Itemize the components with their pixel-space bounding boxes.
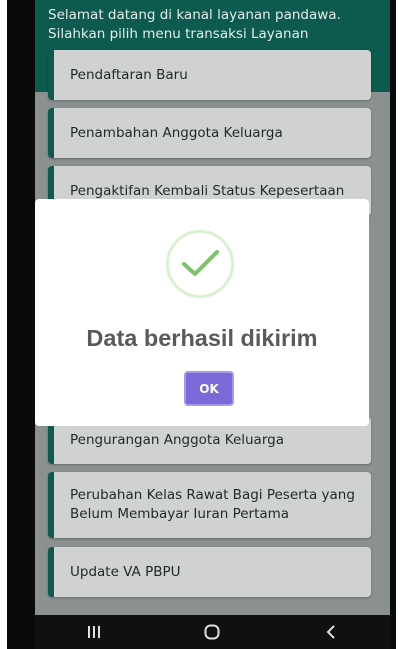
welcome-text: Selamat datang di kanal layanan pandawa.…	[48, 7, 341, 42]
home-button[interactable]	[153, 615, 271, 649]
back-icon	[326, 625, 335, 639]
ok-button[interactable]: OK	[184, 371, 234, 406]
dialog-title: Data berhasil dikirim	[86, 325, 318, 351]
menu-item-label: Perubahan Kelas Rawat Bagi Peserta yang …	[70, 487, 355, 522]
menu-item-pendaftaran-baru[interactable]: Pendaftaran Baru	[48, 50, 371, 100]
android-navbar	[35, 615, 390, 649]
menu-item-label: Update VA PBPU	[70, 563, 181, 580]
recent-apps-icon	[88, 626, 101, 638]
menu-item-label: Pendaftaran Baru	[70, 66, 188, 83]
menu-item-update-va[interactable]: Update VA PBPU	[48, 547, 371, 597]
menu-item-perubahan-kelas[interactable]: Perubahan Kelas Rawat Bagi Peserta yang …	[48, 472, 371, 538]
menu-item-label: Pengaktifan Kembali Status Kepesertaan	[70, 182, 345, 199]
check-circle-icon	[166, 230, 234, 298]
menu-item-penambahan-anggota[interactable]: Penambahan Anggota Keluarga	[48, 108, 371, 158]
menu-item-label: Penambahan Anggota Keluarga	[70, 124, 283, 141]
recent-apps-button[interactable]	[35, 615, 153, 649]
success-dialog: Data berhasil dikirim OK	[35, 199, 369, 426]
menu-item-label: Pengurangan Anggota Keluarga	[70, 432, 284, 448]
home-icon	[204, 624, 220, 640]
back-button[interactable]	[272, 615, 390, 649]
